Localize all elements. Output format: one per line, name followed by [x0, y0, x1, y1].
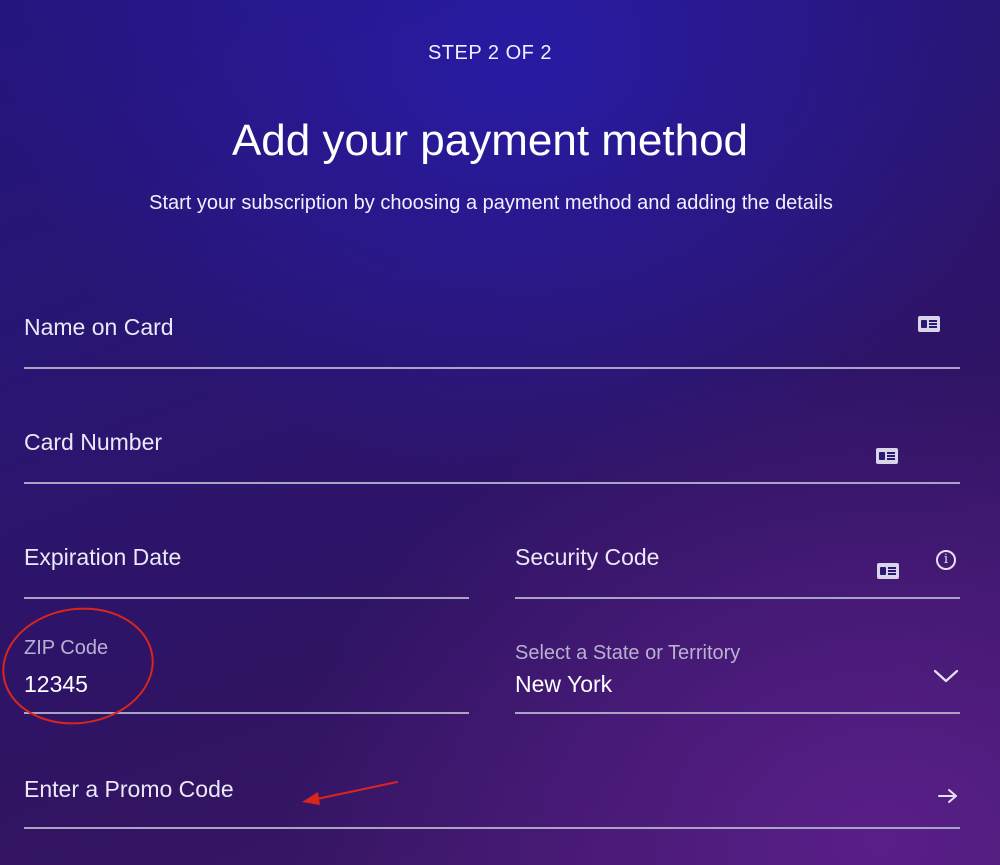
page-title: Add your payment method — [231, 116, 749, 165]
zip-code-label: ZIP Code — [24, 637, 109, 659]
expiration-date-field[interactable]: Expiration Date — [24, 530, 469, 599]
security-code-field[interactable]: Security Code i — [515, 530, 960, 599]
arrow-right-icon[interactable] — [937, 788, 959, 804]
chevron-down-icon[interactable] — [933, 668, 959, 684]
zip-code-value: 12345 — [24, 671, 88, 697]
card-icon — [877, 563, 899, 579]
state-value: New York — [515, 671, 613, 697]
card-number-field[interactable]: Card Number — [24, 415, 960, 484]
name-on-card-field[interactable]: Name on Card — [24, 300, 960, 369]
expiration-date-placeholder: Expiration Date — [24, 544, 182, 570]
step-indicator: STEP 2 OF 2 — [427, 42, 553, 64]
card-icon — [918, 316, 940, 332]
state-label: Select a State or Territory — [515, 642, 741, 664]
card-number-placeholder: Card Number — [24, 429, 163, 455]
security-code-placeholder: Security Code — [515, 544, 660, 570]
promo-code-placeholder: Enter a Promo Code — [24, 776, 234, 802]
zip-code-field[interactable]: ZIP Code 12345 — [24, 630, 469, 714]
name-on-card-placeholder: Name on Card — [24, 314, 174, 340]
promo-code-field[interactable]: Enter a Promo Code — [24, 760, 960, 829]
page-subtitle: Start your subscription by choosing a pa… — [149, 192, 833, 214]
info-icon[interactable]: i — [936, 550, 956, 570]
state-select[interactable]: Select a State or Territory New York — [515, 630, 960, 714]
card-icon — [876, 448, 898, 464]
